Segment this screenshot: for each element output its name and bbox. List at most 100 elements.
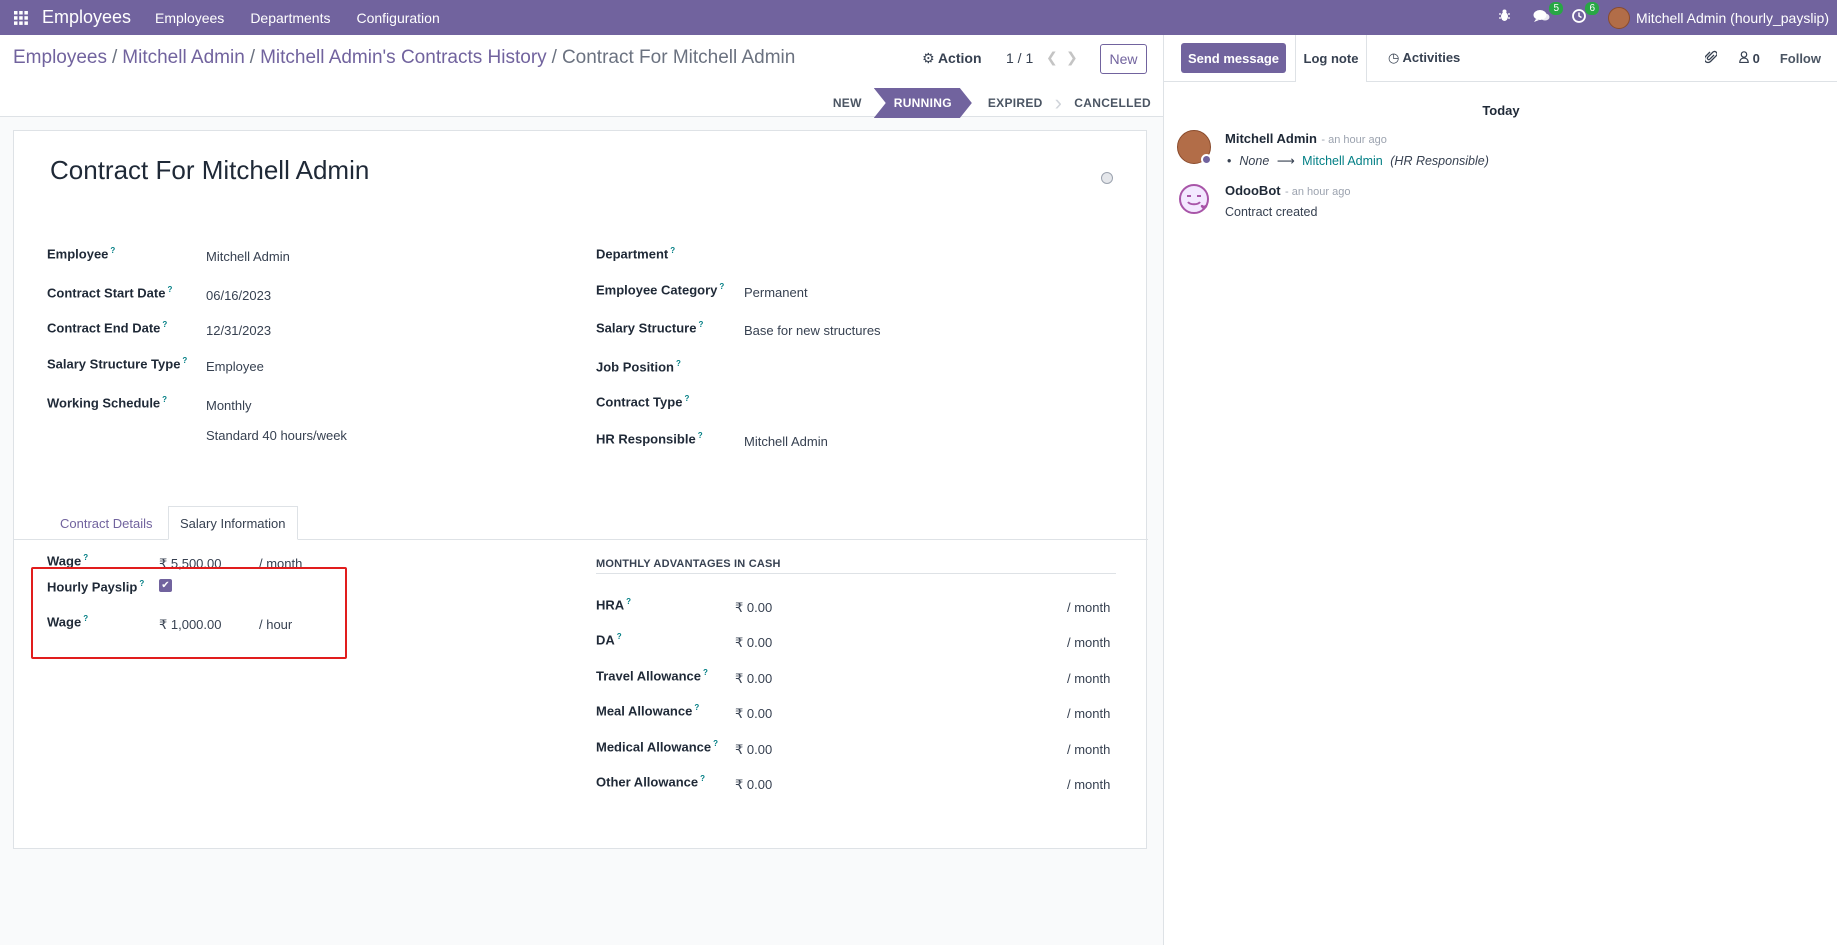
- odoobot-avatar[interactable]: [1177, 182, 1211, 216]
- pager-next-icon[interactable]: ❯: [1066, 49, 1078, 66]
- date-separator: Today: [1482, 103, 1520, 118]
- message-author[interactable]: OdooBot: [1225, 183, 1281, 198]
- status-cancelled[interactable]: CANCELLED: [1062, 88, 1163, 118]
- other-allowance-label: Other Allowance?: [596, 774, 705, 790]
- activities-button[interactable]: ◷ Activities: [1388, 50, 1460, 66]
- travel-allowance-label: Travel Allowance?: [596, 668, 708, 684]
- medical-allowance-unit: / month: [1067, 742, 1111, 757]
- pager-value[interactable]: 1 / 1: [1006, 50, 1033, 66]
- working-schedule-detail: Standard 40 hours/week: [206, 428, 347, 443]
- new-button[interactable]: New: [1100, 44, 1147, 74]
- job-position-label: Job Position?: [596, 359, 681, 375]
- hra-label: HRA?: [596, 597, 632, 613]
- hra-unit: / month: [1067, 600, 1111, 615]
- start-date-field[interactable]: 06/16/2023: [206, 288, 271, 303]
- user-icon: [1739, 51, 1753, 66]
- status-expired[interactable]: EXPIRED: [972, 88, 1055, 118]
- salary-structure-field[interactable]: Base for new structures: [744, 323, 881, 338]
- end-date-label: Contract End Date?: [47, 320, 168, 336]
- messages-icon[interactable]: 5: [1533, 1, 1564, 27]
- follow-button[interactable]: Follow: [1780, 51, 1821, 66]
- online-status-icon: [1201, 154, 1212, 165]
- tab-contract-details[interactable]: Contract Details: [49, 506, 163, 540]
- contract-title[interactable]: Contract For Mitchell Admin: [50, 155, 369, 186]
- messages-badge: 5: [1549, 1, 1564, 15]
- message-time: - an hour ago: [1285, 186, 1351, 198]
- salary-structure-label: Salary Structure?: [596, 320, 704, 336]
- paperclip-icon[interactable]: [1703, 50, 1718, 67]
- tracked-field-name: (HR Responsible): [1390, 154, 1489, 168]
- structure-type-label: Salary Structure Type?: [47, 356, 188, 372]
- hr-responsible-field[interactable]: Mitchell Admin: [744, 434, 828, 449]
- apps-menu-icon[interactable]: [0, 0, 42, 35]
- other-allowance-unit: / month: [1067, 777, 1111, 792]
- new-value: Mitchell Admin: [1302, 154, 1383, 168]
- contract-type-label: Contract Type?: [596, 394, 690, 410]
- employee-label: Employee?: [47, 246, 116, 262]
- advantages-heading: MONTHLY ADVANTAGES IN CASH: [596, 558, 1116, 574]
- structure-type-field[interactable]: Employee: [206, 359, 264, 374]
- breadcrumb: Employees / Mitchell Admin / Mitchell Admin'…: [13, 47, 796, 68]
- tab-salary-information[interactable]: Salary Information: [168, 506, 298, 540]
- status-bar: NEW RUNNING EXPIRED › CANCELLED: [821, 88, 1163, 118]
- followers-button[interactable]: 0: [1739, 51, 1760, 66]
- highlight-box: [31, 567, 347, 659]
- employee-field[interactable]: Mitchell Admin: [206, 249, 290, 264]
- notebook-tabs: Contract Details Salary Information: [14, 506, 1148, 540]
- tracking-value: • None ⟶ Mitchell Admin (HR Responsible): [1227, 154, 1489, 168]
- hr-responsible-label: HR Responsible?: [596, 431, 703, 447]
- form-sheet: Contract For Mitchell Admin Employee? Mi…: [13, 130, 1148, 849]
- message-text: Contract created: [1225, 205, 1318, 219]
- working-schedule-field[interactable]: Monthly: [206, 398, 252, 413]
- breadcrumb-employees[interactable]: Employees: [13, 47, 107, 68]
- message-author[interactable]: Mitchell Admin: [1225, 131, 1317, 146]
- gear-icon: ⚙: [922, 50, 935, 66]
- meal-allowance-unit: / month: [1067, 706, 1111, 721]
- travel-allowance-unit: / month: [1067, 671, 1111, 686]
- user-avatar[interactable]: [1608, 6, 1631, 29]
- department-label: Department?: [596, 246, 676, 262]
- breadcrumb-current: Contract For Mitchell Admin: [561, 47, 796, 68]
- employee-category-field[interactable]: Permanent: [744, 285, 808, 300]
- form-area: Employees / Mitchell Admin / Mitchell Admin'…: [0, 35, 1163, 945]
- other-allowance-field[interactable]: ₹ 0.00: [735, 777, 772, 793]
- start-date-label: Contract Start Date?: [47, 285, 173, 301]
- arrow-right-icon: ⟶: [1276, 154, 1295, 168]
- medical-allowance-label: Medical Allowance?: [596, 739, 718, 755]
- da-unit: / month: [1067, 635, 1111, 650]
- clock-icon: ◷: [1388, 50, 1400, 65]
- chatter-panel: Send message Log note ◷ Activities 0 Fol…: [1163, 35, 1837, 945]
- meal-allowance-field[interactable]: ₹ 0.00: [735, 706, 772, 722]
- action-button[interactable]: ⚙ Action: [922, 50, 982, 67]
- activities-clock-icon[interactable]: 6: [1572, 1, 1600, 27]
- working-schedule-label: Working Schedule?: [47, 395, 168, 411]
- send-message-button[interactable]: Send message: [1181, 43, 1286, 73]
- breadcrumb-mitchell-admin[interactable]: Mitchell Admin: [122, 47, 245, 68]
- menu-employees[interactable]: Employees: [155, 10, 224, 26]
- message-time: - an hour ago: [1321, 134, 1387, 146]
- status-new[interactable]: NEW: [821, 88, 874, 118]
- top-navbar: Employees Employees Departments Configur…: [0, 0, 1837, 35]
- menu-configuration[interactable]: Configuration: [356, 10, 439, 26]
- control-panel: Employees / Mitchell Admin / Mitchell Admin'…: [0, 35, 1163, 117]
- status-running[interactable]: RUNNING: [874, 88, 972, 118]
- travel-allowance-field[interactable]: ₹ 0.00: [735, 671, 772, 687]
- da-field[interactable]: ₹ 0.00: [735, 635, 772, 651]
- da-label: DA?: [596, 632, 622, 648]
- app-title[interactable]: Employees: [42, 7, 131, 28]
- hra-field[interactable]: ₹ 0.00: [735, 600, 772, 616]
- log-note-button[interactable]: Log note: [1295, 35, 1367, 82]
- status-separator: ›: [1054, 90, 1063, 115]
- menu-departments[interactable]: Departments: [250, 10, 330, 26]
- debug-bug-icon[interactable]: [1498, 9, 1511, 26]
- user-menu[interactable]: Mitchell Admin (hourly_payslip): [1636, 10, 1829, 26]
- end-date-field[interactable]: 12/31/2023: [206, 323, 271, 338]
- medical-allowance-field[interactable]: ₹ 0.00: [735, 742, 772, 758]
- employee-category-label: Employee Category?: [596, 282, 725, 298]
- meal-allowance-label: Meal Allowance?: [596, 703, 700, 719]
- breadcrumb-contracts-history[interactable]: Mitchell Admin's Contracts History: [260, 47, 547, 68]
- pager-previous-icon[interactable]: ❮: [1046, 49, 1058, 66]
- chatter-topbar: Send message Log note ◷ Activities 0 Fol…: [1164, 35, 1837, 82]
- kanban-state-indicator[interactable]: [1101, 172, 1113, 184]
- activities-badge: 6: [1585, 1, 1600, 15]
